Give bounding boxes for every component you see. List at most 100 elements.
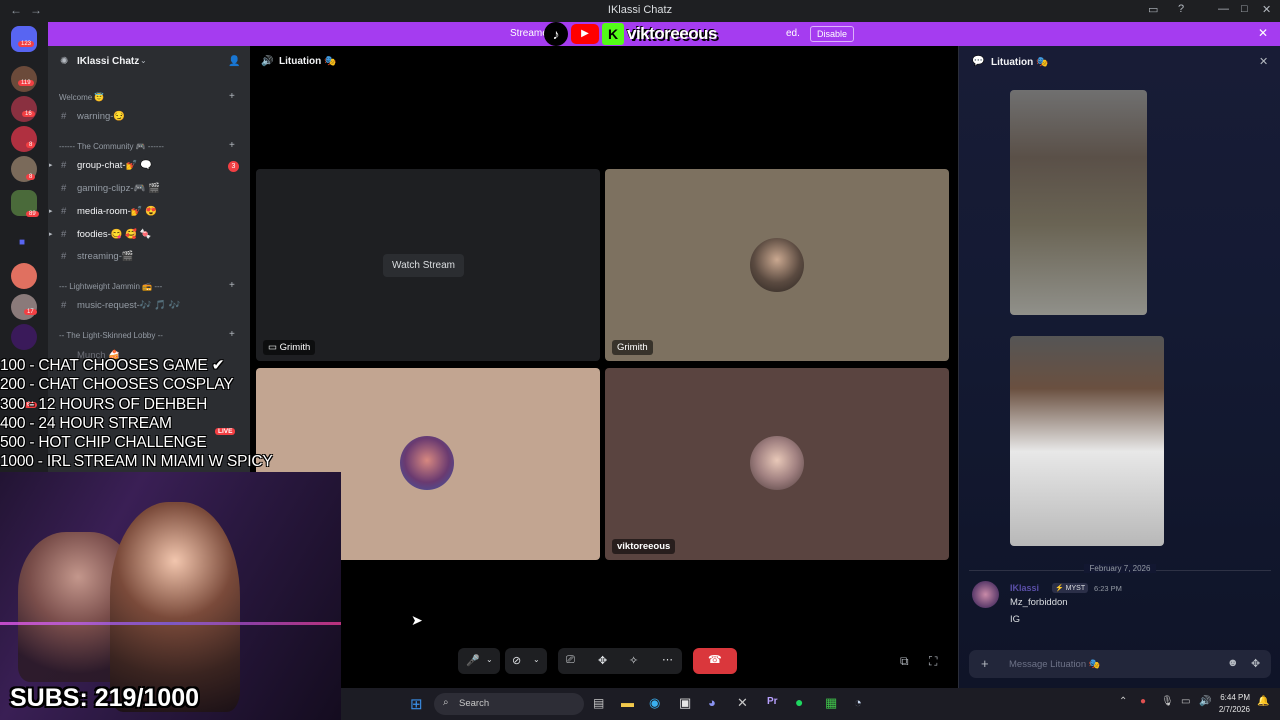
server-name[interactable]: IKlassi Chatz xyxy=(77,56,139,67)
screen-share-icon[interactable]: ⎚ xyxy=(566,654,575,667)
chevron-down-icon[interactable]: ⌄ xyxy=(486,655,493,664)
thread-bullet-icon: ▸ xyxy=(49,208,53,215)
clock-time[interactable]: 6:44 PM xyxy=(1218,693,1250,702)
task-view-icon[interactable]: ▤ xyxy=(593,696,604,710)
inbox-icon[interactable]: ▭ xyxy=(1148,3,1158,16)
chevron-down-icon[interactable]: ⌄ xyxy=(140,56,147,65)
channel-gaming-clipz[interactable]: # gaming-clipz-🎮 🎬 xyxy=(61,183,160,194)
goal-line: 100 - CHAT CHOOSES GAME ✔ xyxy=(0,357,225,374)
more-options-icon[interactable]: ⋯ xyxy=(662,653,673,666)
hash-icon: # xyxy=(61,300,67,311)
server-icon[interactable] xyxy=(11,324,37,350)
fullscreen-icon[interactable]: ⛶ xyxy=(929,654,937,669)
add-channel-icon[interactable]: + xyxy=(229,329,235,340)
tray-app-icon[interactable]: ● xyxy=(1140,696,1146,707)
microphone-button[interactable]: 🎤 ⌄ xyxy=(458,648,500,674)
channel-music-request[interactable]: # music-request-🎶 🎵 🎶 xyxy=(61,300,181,311)
camera-button[interactable]: ⊘ ⌄ xyxy=(505,648,547,674)
search-icon: ⌕ xyxy=(443,697,449,708)
direct-messages-icon[interactable] xyxy=(11,26,37,52)
rail-badge: 8 xyxy=(26,142,36,148)
server-icon[interactable] xyxy=(11,96,37,122)
tray-display-icon[interactable]: ▭ xyxy=(1181,696,1190,707)
hash-icon: # xyxy=(61,229,67,240)
channel-group-chat[interactable]: ▸ # group-chat-💅 🗨️ xyxy=(49,160,152,171)
message-author[interactable]: IKlassi xyxy=(1010,583,1039,593)
soundboard-icon[interactable]: ✧ xyxy=(629,654,638,667)
server-icon[interactable] xyxy=(11,263,37,289)
xbox-icon[interactable]: ▦ xyxy=(825,695,837,711)
streamer-handle: viktoreeous xyxy=(627,24,717,43)
add-channel-icon[interactable]: + xyxy=(229,91,235,102)
add-channel-icon[interactable]: + xyxy=(229,280,235,291)
channel-foodies[interactable]: ▸ # foodies-😋 🥰 🍬 xyxy=(49,229,152,240)
add-attachment-icon[interactable]: + xyxy=(981,656,989,671)
watch-stream-button[interactable]: Watch Stream xyxy=(383,254,464,277)
tray-mic-icon[interactable]: 🎙 xyxy=(1161,696,1174,707)
channel-label: warning-😏 xyxy=(77,111,126,122)
close-window-icon[interactable]: ✕ xyxy=(1262,3,1271,16)
avatar[interactable] xyxy=(972,581,999,608)
windows-start-icon[interactable]: ⊞ xyxy=(410,695,423,713)
discord-icon[interactable]: ◕ xyxy=(708,695,716,710)
activities-icon[interactable]: ✥ xyxy=(598,654,607,667)
apps-icon[interactable]: ✥ xyxy=(1251,657,1260,670)
participant-name: viktoreeous xyxy=(612,539,676,554)
image-attachment[interactable] xyxy=(1010,90,1147,315)
emoji-icon[interactable]: ☻ xyxy=(1227,657,1239,669)
banner-close-icon[interactable]: ✕ xyxy=(1258,26,1268,40)
chevron-down-icon[interactable]: ⌄ xyxy=(533,655,540,664)
spotify-icon[interactable]: ● xyxy=(795,694,803,710)
taskbar-search[interactable]: ⌕ Search xyxy=(434,693,584,715)
category-welcome[interactable]: Welcome 😇 xyxy=(59,93,104,102)
avatar xyxy=(750,436,804,490)
avatar xyxy=(750,238,804,292)
notification-icon[interactable]: 🔔 xyxy=(1257,696,1269,707)
server-icon[interactable] xyxy=(11,294,37,320)
channel-streaming[interactable]: # streaming-🎬 xyxy=(61,251,134,262)
thread-panel: 💬 Lituation 🎭 ✕ February 7, 2026 IKlassi… xyxy=(958,46,1280,688)
stream-tile[interactable]: Watch Stream ▭ Grimith xyxy=(256,169,600,361)
invite-people-icon[interactable]: 👤 xyxy=(228,56,240,67)
goal-line: 500 - HOT CHIP CHALLENGE xyxy=(0,434,207,452)
rail-badge: 119 xyxy=(18,80,34,86)
channel-label: music-request-🎶 🎵 🎶 xyxy=(77,300,181,311)
pop-out-icon[interactable]: ⧉ xyxy=(900,654,909,669)
server-icon[interactable] xyxy=(11,66,37,92)
app-icon[interactable]: ✕ xyxy=(737,695,748,711)
folder-icon[interactable]: ■ xyxy=(19,237,25,248)
file-explorer-icon[interactable]: ▬ xyxy=(621,695,634,710)
channel-warning[interactable]: # warning-😏 xyxy=(61,111,125,122)
participant-name: Grimith xyxy=(279,342,311,353)
disable-button[interactable]: Disable xyxy=(810,26,855,42)
add-channel-icon[interactable]: + xyxy=(229,140,235,151)
search-placeholder: Search xyxy=(459,698,490,709)
goal-line: 200 - CHAT CHOOSES COSPLAY xyxy=(0,376,234,394)
category-community[interactable]: ------ The Community 🎮 ------ xyxy=(59,142,164,151)
store-icon[interactable]: ▣ xyxy=(679,695,691,711)
premiere-icon[interactable]: Pr xyxy=(767,696,778,707)
participant-name: Grimith xyxy=(612,340,653,355)
category-lightweight-jammin[interactable]: --- Lightweight Jammin 📻 --- xyxy=(59,282,162,291)
category-light-skinned-lobby[interactable]: -- The Light-Skinned Lobby -- xyxy=(59,331,163,340)
tray-chevron-icon[interactable]: ⌃ xyxy=(1119,696,1127,707)
disconnect-button[interactable]: ☎ xyxy=(693,648,737,674)
thread-bullet-icon: ▸ xyxy=(49,231,53,238)
rail-badge: 89 xyxy=(26,211,39,217)
steam-icon[interactable]: ◔ xyxy=(854,695,862,710)
maximize-icon[interactable]: □ xyxy=(1241,3,1248,15)
server-icon[interactable] xyxy=(11,126,37,152)
camera-off-icon: ⊘ xyxy=(512,655,522,667)
participant-tile[interactable]: Grimith xyxy=(605,169,949,361)
channel-media-room[interactable]: ▸ # media-room-💅 😍 xyxy=(49,206,158,217)
close-thread-icon[interactable]: ✕ xyxy=(1259,55,1268,68)
image-attachment[interactable] xyxy=(1010,336,1164,546)
edge-icon[interactable]: ◉ xyxy=(649,695,660,711)
hash-icon: # xyxy=(61,251,67,262)
participant-tile[interactable]: viktoreeous xyxy=(605,368,949,560)
clock-date[interactable]: 2/7/2026 xyxy=(1208,705,1250,714)
channel-label: media-room-💅 😍 xyxy=(77,206,158,217)
minimize-icon[interactable]: — xyxy=(1218,3,1229,15)
help-icon[interactable]: ? xyxy=(1178,3,1184,15)
message-composer[interactable]: + Message Lituation 🎭 ☻ ✥ xyxy=(969,650,1271,678)
